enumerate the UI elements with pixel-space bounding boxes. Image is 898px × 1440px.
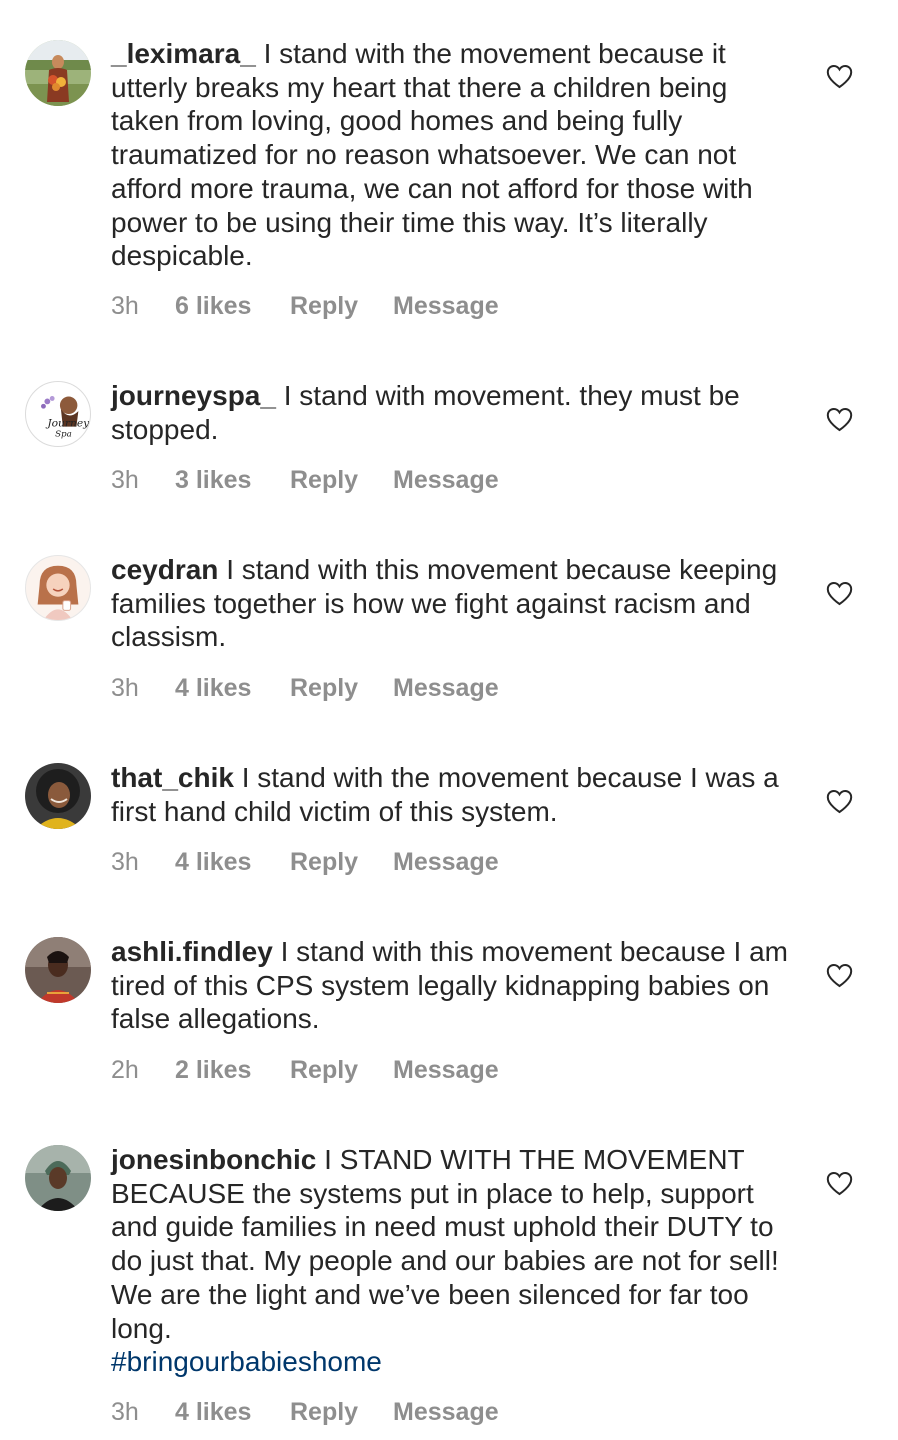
comment-text-block: _leximara_ I stand with the movement bec… bbox=[111, 37, 791, 273]
comment-meta: 3h 3 likes Reply Message bbox=[111, 460, 791, 500]
avatar[interactable] bbox=[25, 937, 91, 1003]
like-heart-icon[interactable] bbox=[826, 963, 853, 988]
message-button[interactable]: Message bbox=[393, 1398, 499, 1427]
comment-username[interactable]: _leximara_ bbox=[111, 38, 256, 69]
message-button[interactable]: Message bbox=[393, 292, 499, 321]
comment-body: ashli.findley I stand with this movement… bbox=[111, 935, 791, 1090]
message-button[interactable]: Message bbox=[393, 1056, 499, 1085]
comment-username[interactable]: ceydran bbox=[111, 554, 218, 585]
comment-username[interactable]: jonesinbonchic bbox=[111, 1144, 316, 1175]
svg-text:Journey: Journey bbox=[45, 417, 90, 430]
comment-body: ceydran I stand with this movement becau… bbox=[111, 553, 791, 708]
like-heart-icon[interactable] bbox=[826, 789, 853, 814]
like-heart-icon[interactable] bbox=[826, 407, 853, 432]
comment-username[interactable]: that_chik bbox=[111, 762, 234, 793]
comment-likes[interactable]: 2 likes bbox=[175, 1056, 290, 1085]
avatar[interactable] bbox=[25, 555, 91, 621]
comment-likes[interactable]: 4 likes bbox=[175, 674, 290, 703]
comment-text-block: that_chik I stand with the movement beca… bbox=[111, 761, 791, 828]
comment-text-block: journeyspa_ I stand with movement. they … bbox=[111, 379, 791, 446]
avatar-photo-icon bbox=[25, 40, 91, 106]
comment-time: 3h bbox=[111, 1398, 139, 1427]
comment-meta: 3h 4 likes Reply Message bbox=[111, 842, 791, 882]
comment-time: 3h bbox=[111, 673, 139, 702]
reply-button[interactable]: Reply bbox=[290, 1056, 393, 1085]
comment-text-block: jonesinbonchic I STAND WITH THE MOVEMENT… bbox=[111, 1143, 791, 1379]
comment-time: 3h bbox=[111, 847, 139, 876]
comment-body: jonesinbonchic I STAND WITH THE MOVEMENT… bbox=[111, 1143, 791, 1433]
comment-text-block: ceydran I stand with this movement becau… bbox=[111, 553, 791, 654]
comment-meta: 3h 4 likes Reply Message bbox=[111, 668, 791, 708]
comment-text-block: ashli.findley I stand with this movement… bbox=[111, 935, 791, 1036]
comment-time: 3h bbox=[111, 465, 139, 494]
comment-text: I stand with the movement because it utt… bbox=[111, 38, 753, 272]
comment-likes[interactable]: 4 likes bbox=[175, 848, 290, 877]
reply-button[interactable]: Reply bbox=[290, 1398, 393, 1427]
avatar[interactable]: Journey Spa bbox=[25, 381, 91, 447]
comment-body: journeyspa_ I stand with movement. they … bbox=[111, 379, 791, 500]
reply-button[interactable]: Reply bbox=[290, 848, 393, 877]
svg-text:Spa: Spa bbox=[55, 429, 72, 439]
like-heart-icon[interactable] bbox=[826, 581, 853, 606]
like-heart-icon[interactable] bbox=[826, 1171, 853, 1196]
message-button[interactable]: Message bbox=[393, 674, 499, 703]
woman-headwrap-photo-icon bbox=[25, 1145, 91, 1211]
hashtag-link[interactable]: #bringourbabieshome bbox=[111, 1345, 791, 1379]
comment-body: _leximara_ I stand with the movement bec… bbox=[111, 37, 791, 327]
message-button[interactable]: Message bbox=[393, 466, 499, 495]
reply-button[interactable]: Reply bbox=[290, 674, 393, 703]
comment-likes[interactable]: 6 likes bbox=[175, 292, 290, 321]
comment-meta: 2h 2 likes Reply Message bbox=[111, 1050, 791, 1090]
comment-likes[interactable]: 4 likes bbox=[175, 1398, 290, 1427]
comment-username[interactable]: ashli.findley bbox=[111, 936, 273, 967]
woman-portrait-photo-icon bbox=[25, 763, 91, 829]
avatar[interactable] bbox=[25, 1145, 91, 1211]
illustrated-woman-avatar-icon bbox=[26, 556, 90, 620]
avatar[interactable] bbox=[25, 763, 91, 829]
journey-spa-logo-icon: Journey Spa bbox=[26, 382, 90, 446]
comment-time: 2h bbox=[111, 1055, 139, 1084]
reply-button[interactable]: Reply bbox=[290, 466, 393, 495]
message-button[interactable]: Message bbox=[393, 848, 499, 877]
avatar[interactable] bbox=[25, 40, 91, 106]
comment-username[interactable]: journeyspa_ bbox=[111, 380, 276, 411]
comment-meta: 3h 4 likes Reply Message bbox=[111, 1393, 791, 1433]
comment-time: 3h bbox=[111, 292, 139, 321]
reply-button[interactable]: Reply bbox=[290, 292, 393, 321]
woman-portrait-photo-icon bbox=[25, 937, 91, 1003]
comment-body: that_chik I stand with the movement beca… bbox=[111, 761, 791, 882]
comment-likes[interactable]: 3 likes bbox=[175, 466, 290, 495]
comment-meta: 3h 6 likes Reply Message bbox=[111, 287, 791, 327]
like-heart-icon[interactable] bbox=[826, 64, 853, 89]
